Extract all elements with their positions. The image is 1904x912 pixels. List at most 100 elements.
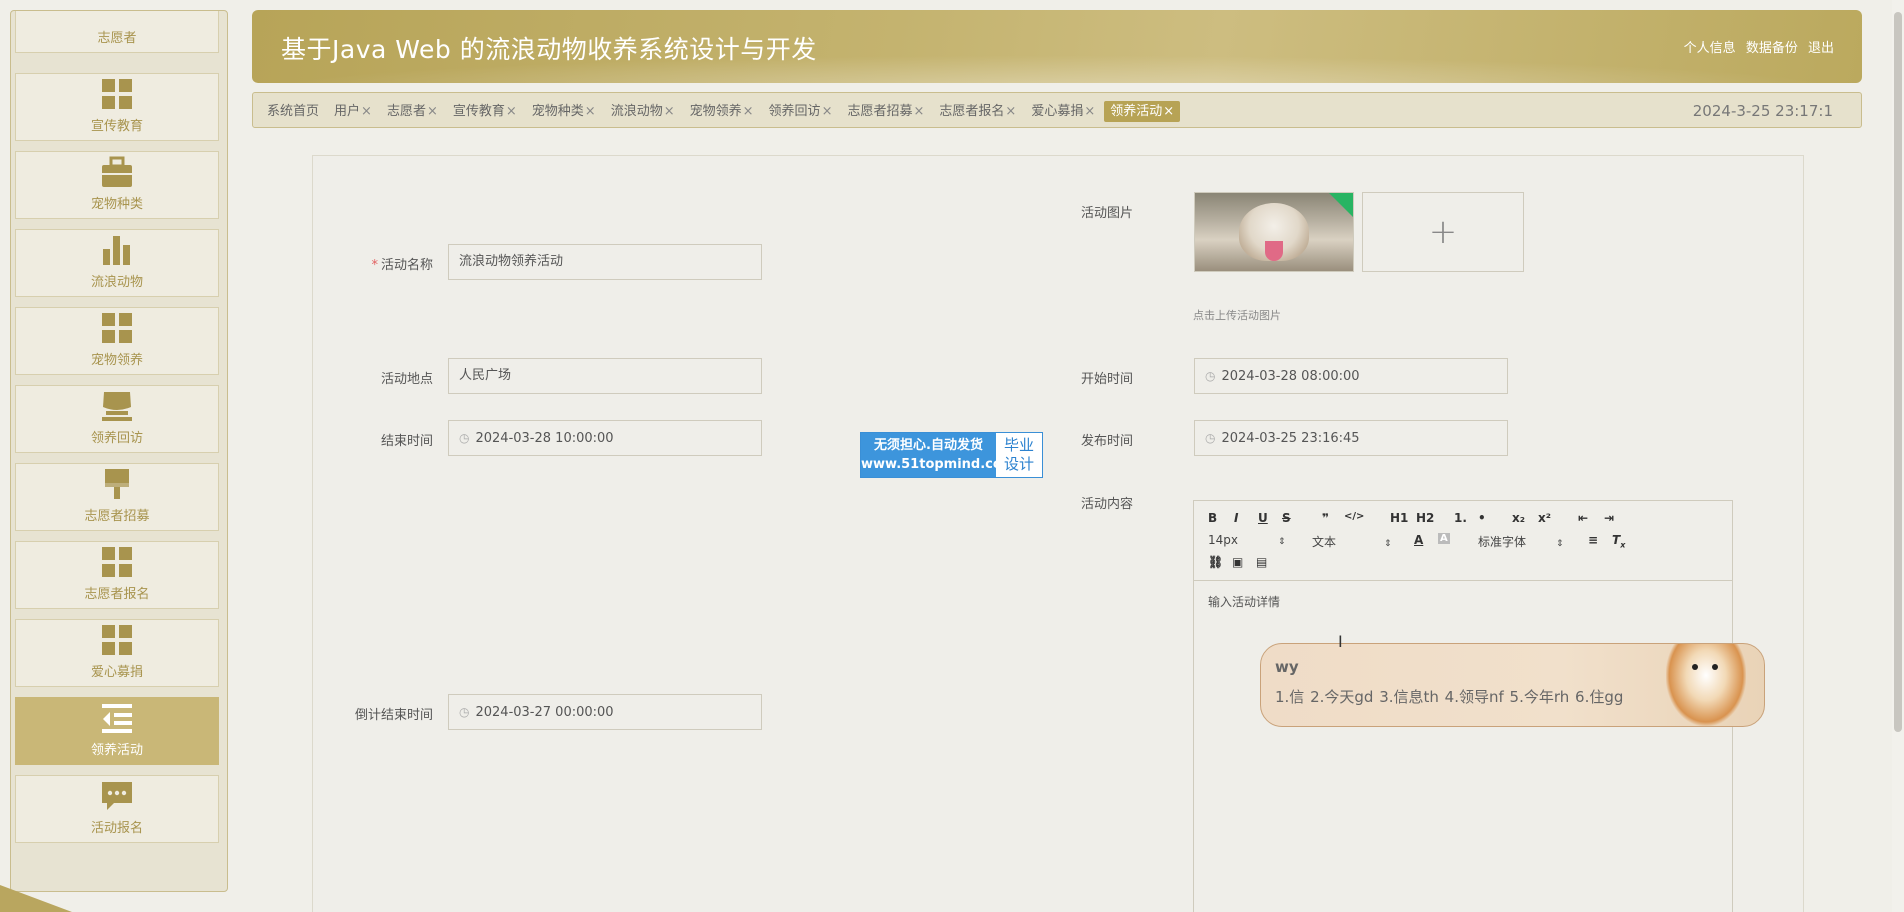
tab-item[interactable]: 领养活动× [1104,101,1181,122]
ime-candidates[interactable]: 1.信 2.今天gd 3.信息th 4.领导nf 5.今年rh 6.住gg [1275,686,1623,707]
close-icon[interactable]: × [506,104,517,119]
content-label: 活动内容 [1080,497,1133,512]
close-icon[interactable]: × [664,104,675,119]
sidebar-item-label: 宠物种类 [90,197,143,212]
start-time-picker[interactable]: ◷ 2024-03-28 08:00:00 [1194,358,1508,394]
activity-name-value: 流浪动物领养活动 [459,254,564,269]
strike-button[interactable]: S [1282,511,1291,525]
tab-label: 领养活动 [1110,104,1163,119]
scrollbar-thumb[interactable] [1894,12,1902,732]
close-icon[interactable]: × [585,104,596,119]
font-family-value: 标准字体 [1478,535,1527,549]
ime-candidate-window[interactable]: wy 1.信 2.今天gd 3.信息th 4.领导nf 5.今年rh 6.住gg [1260,643,1765,727]
background-color-icon[interactable]: A [1438,533,1450,544]
tab-item[interactable]: 领养回访× [763,101,839,122]
tab-item[interactable]: 志愿者报名× [933,101,1022,122]
close-icon[interactable]: × [361,104,372,119]
store-icon [102,392,132,421]
close-icon[interactable]: × [913,104,924,119]
upload-success-badge [1329,193,1353,217]
close-icon[interactable]: × [427,104,438,119]
logout-link[interactable]: 退出 [1808,41,1834,56]
countdown-label: 倒计结束时间 [354,708,433,723]
blockquote-button[interactable]: ❞ [1322,511,1329,525]
sidebar-item-stray-animals[interactable]: 流浪动物 [15,229,219,297]
countdown-picker[interactable]: ◷ 2024-03-27 00:00:00 [448,694,762,730]
bullet-list-button[interactable]: • [1478,511,1486,525]
vertical-scrollbar[interactable] [1892,0,1904,912]
app-title: 基于Java Web 的流浪动物收养系统设计与开发 [281,35,817,64]
publish-time-picker[interactable]: ◷ 2024-03-25 23:16:45 [1194,420,1508,456]
clear-format-icon[interactable]: Tx [1612,533,1625,549]
indent-button[interactable]: ⇥ [1604,511,1614,525]
close-icon[interactable]: × [1084,104,1095,119]
sidebar-item-volunteer-recruit[interactable]: 志愿者招募 [15,463,219,531]
tab-item[interactable]: 志愿者招募× [841,101,930,122]
code-button[interactable]: </> [1344,511,1364,522]
bold-button[interactable]: B [1208,511,1217,525]
text-style-select[interactable]: 文本 ⇕ [1312,533,1392,550]
sidebar-item-pet-adoption[interactable]: 宠物领养 [15,307,219,375]
sidebar-item-adoption-visit[interactable]: 领养回访 [15,385,219,453]
font-color-icon[interactable]: A [1414,533,1423,547]
watermark-badge: 无须担心.自动发货 www.51topmind.com 毕业 设计 [860,432,1043,478]
sidebar-item-education[interactable]: 宣传教育 [15,73,219,141]
end-time-label: 结束时间 [380,434,433,449]
watermark-right2: 设计 [1003,455,1034,473]
tab-label: 系统首页 [267,104,320,119]
sidebar-item-activity-signup[interactable]: 活动报名 [15,775,219,843]
sidebar-item-pet-category[interactable]: 宠物种类 [15,151,219,219]
activity-name-input[interactable]: 流浪动物领养活动 [448,244,762,280]
image-icon[interactable]: ▣ [1232,555,1243,569]
tab-item[interactable]: 用户× [328,101,378,122]
underline-button[interactable]: U [1258,511,1268,525]
italic-button[interactable]: I [1234,511,1238,525]
tab-label: 志愿者招募 [847,104,913,119]
tab-item[interactable]: 系统首页 [261,101,325,122]
h2-button[interactable]: H2 [1416,511,1434,525]
sidebar-item-adoption-activity[interactable]: 领养活动 [15,697,219,765]
backup-link[interactable]: 数据备份 [1746,41,1798,56]
link-icon[interactable]: ⛓ [1208,555,1223,569]
close-icon[interactable]: × [743,104,754,119]
outdent-button[interactable]: ⇤ [1578,511,1588,525]
select-arrows-icon: ⇕ [1556,539,1564,549]
align-icon[interactable]: ≡ [1588,533,1598,547]
video-icon[interactable]: ▤ [1256,555,1267,569]
sidebar-item-volunteer[interactable]: 志愿者 [15,11,219,53]
briefcase-icon [102,156,132,187]
close-icon[interactable]: × [1163,104,1174,119]
sidebar-item-volunteer-signup[interactable]: 志愿者报名 [15,541,219,609]
select-arrows-icon: ⇕ [1278,537,1286,547]
tab-list: 系统首页 用户× 志愿者× 宣传教育× 宠物种类× 流浪动物× 宠物领养× 领养回访× 志愿者招… [261,101,1183,122]
close-icon[interactable]: × [1005,104,1016,119]
list-indent-icon [102,704,132,733]
tab-item[interactable]: 宠物种类× [526,101,602,122]
font-family-select[interactable]: 标准字体 ⇕ [1478,533,1564,550]
sidebar-item-donation[interactable]: 爱心募捐 [15,619,219,687]
uploaded-image-thumbnail[interactable] [1194,192,1354,272]
close-icon[interactable]: × [822,104,833,119]
clock-icon: ◷ [1205,369,1216,383]
tab-label: 宠物种类 [531,104,584,119]
end-time-picker[interactable]: ◷ 2024-03-28 10:00:00 [448,420,762,456]
content-placeholder: 输入活动详情 [1208,595,1281,609]
required-mark: * [371,258,378,273]
ordered-list-button[interactable]: 1. [1454,511,1467,525]
font-size-select[interactable]: 14px ⇕ [1208,533,1286,547]
superscript-button[interactable]: x² [1538,511,1551,525]
location-input[interactable]: 人民广场 [448,358,762,394]
tab-item[interactable]: 宠物领养× [684,101,760,122]
tab-item[interactable]: 流浪动物× [605,101,681,122]
grid-icon [102,313,132,343]
tab-item[interactable]: 宣传教育× [447,101,523,122]
profile-link[interactable]: 个人信息 [1684,41,1736,56]
watermark-left: 无须担心.自动发货 www.51topmind.com [861,433,1015,477]
ime-composition: wy [1275,658,1299,676]
tab-item[interactable]: 爱心募捐× [1025,101,1101,122]
sidebar-item-label: 志愿者 [97,31,137,46]
tab-item[interactable]: 志愿者× [381,101,444,122]
h1-button[interactable]: H1 [1390,511,1408,525]
subscript-button[interactable]: x₂ [1512,511,1525,525]
image-upload-button[interactable]: + [1362,192,1524,272]
